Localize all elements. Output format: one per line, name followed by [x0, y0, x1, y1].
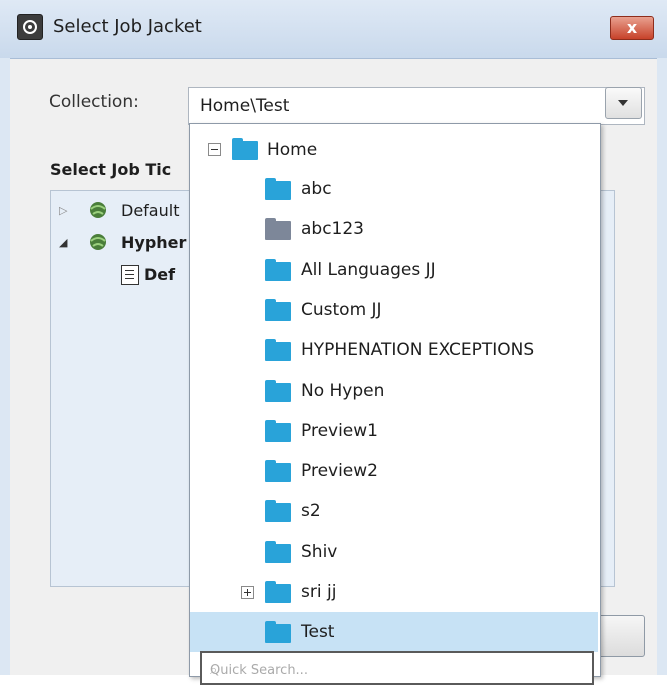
folder-icon	[265, 460, 291, 483]
dropdown-item-folder[interactable]: Shiv	[190, 532, 598, 572]
tree-item-label: Def	[144, 265, 176, 284]
dropdown-item-folder[interactable]: abc123	[190, 209, 598, 249]
dropdown-item-folder[interactable]: Custom JJ	[190, 290, 598, 330]
window-border-right	[657, 58, 667, 675]
dropdown-item-label: No Hypen	[301, 380, 385, 401]
dropdown-item-label: s2	[301, 501, 321, 522]
dropdown-item-label: Home	[267, 140, 318, 160]
window-title: Select Job Jacket	[53, 16, 202, 37]
chevron-down-icon	[618, 100, 628, 106]
folder-icon	[265, 581, 291, 603]
quick-search-placeholder: Quick Search...	[210, 663, 308, 678]
dropdown-item-folder[interactable]: s2	[190, 491, 598, 531]
dropdown-item-label: Preview2	[301, 461, 378, 482]
close-icon: x	[626, 18, 638, 37]
close-button[interactable]: x	[610, 16, 654, 40]
folder-icon	[265, 540, 291, 563]
globe-node-icon	[90, 202, 106, 218]
dropdown-item-label: sri jj	[301, 582, 337, 602]
collection-combobox[interactable]: Home\Test	[188, 87, 645, 125]
folder-icon	[265, 178, 291, 200]
folder-icon	[265, 379, 291, 402]
select-job-ticket-label: Select Job Tic	[50, 160, 172, 179]
dropdown-item-folder[interactable]: Test	[190, 612, 598, 653]
dropdown-item-folder[interactable]: Preview1	[190, 411, 598, 451]
dropdown-item-folder[interactable]: abc	[190, 169, 598, 209]
dropdown-item-label: abc123	[301, 219, 365, 240]
dropdown-item-folder[interactable]: sri jj	[190, 572, 598, 612]
window-border-left	[0, 58, 10, 675]
title-bar: Select Job Jacket x	[0, 0, 667, 59]
collection-dropdown[interactable]: Home abc abc123 All Languages JJ Custom JJ H…	[189, 123, 601, 685]
globe-node-icon	[90, 234, 106, 250]
dropdown-item-label: Preview1	[301, 420, 378, 441]
dropdown-item-label: Custom JJ	[301, 299, 382, 320]
folder-icon	[265, 339, 291, 362]
dropdown-item-label: All Languages JJ	[301, 259, 436, 280]
dropdown-item-home[interactable]: Home	[190, 129, 598, 169]
tree-item-default[interactable]: ▷ Default	[51, 199, 191, 223]
tree-item-label: Default	[121, 201, 180, 220]
collapse-arrow-icon[interactable]: ◢	[59, 236, 67, 249]
tree-item-hyphenation[interactable]: ◢ Hypher	[51, 231, 191, 255]
dropdown-item-folder[interactable]: No Hypen	[190, 371, 598, 411]
dropdown-item-label: Shiv	[301, 541, 338, 562]
expand-icon[interactable]	[241, 586, 254, 599]
tree-item-label: Hypher	[121, 233, 187, 252]
folder-icon	[265, 500, 291, 523]
folder-icon	[265, 218, 291, 241]
folder-icon	[265, 258, 291, 281]
document-icon	[121, 265, 139, 285]
dropdown-item-label: abc	[301, 179, 332, 199]
dropdown-item-label: HYPHENATION EXCEPTIONS	[301, 340, 535, 361]
tree-item-default-ticket[interactable]: Def	[121, 263, 191, 287]
quick-search-input[interactable]: Quick Search... ⌕	[200, 651, 594, 685]
folder-icon	[232, 138, 258, 160]
dropdown-item-folder[interactable]: HYPHENATION EXCEPTIONS	[190, 330, 598, 370]
search-icon: ⌕	[210, 663, 218, 678]
collapse-icon[interactable]	[208, 143, 221, 156]
folder-icon	[265, 621, 291, 644]
job-jacket-icon	[17, 14, 43, 40]
collection-value: Home\Test	[200, 96, 290, 116]
collection-dropdown-button[interactable]	[605, 87, 642, 119]
folder-icon	[265, 419, 291, 442]
dropdown-item-label: Test	[301, 622, 335, 643]
collection-label: Collection:	[49, 92, 139, 112]
dropdown-item-folder[interactable]: All Languages JJ	[190, 250, 598, 290]
dropdown-item-folder[interactable]: Preview2	[190, 451, 598, 491]
folder-icon	[265, 298, 291, 321]
expand-arrow-icon[interactable]: ▷	[59, 204, 67, 217]
